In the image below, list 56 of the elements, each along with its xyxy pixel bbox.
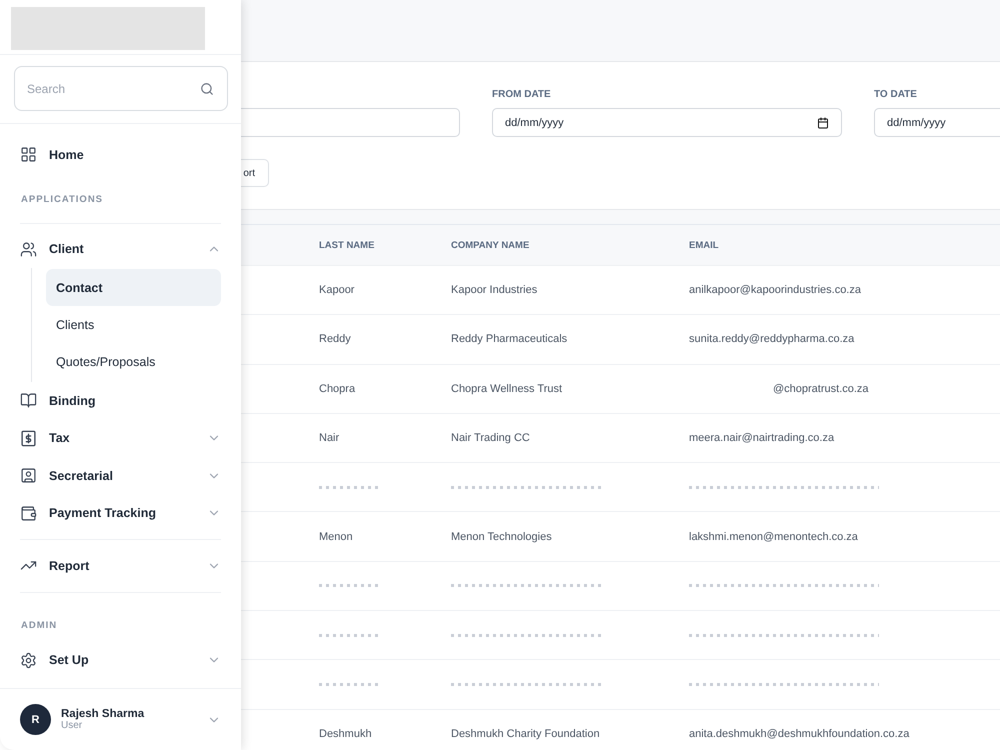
table-cell-text: anita.deshmukh@deshmukhfoundation.co.za — [689, 728, 910, 740]
nav-item[interactable]: Home — [20, 136, 221, 174]
nav-item[interactable]: Secretarial — [20, 457, 221, 494]
users-icon — [20, 240, 37, 258]
table-cell-text: Nair — [319, 432, 340, 444]
table-cell-text: Chopra Wellness Trust — [451, 382, 564, 395]
nav-item[interactable]: Set Up — [20, 642, 221, 679]
date-field[interactable]: dd/mm/yyyy — [874, 108, 1000, 137]
table-cell-text: Reddy Pharmaceuticals — [451, 333, 568, 346]
nav-item[interactable]: Payment Tracking — [20, 494, 221, 532]
section-heading: APPLICATIONS — [20, 192, 104, 206]
table-cell-text: lakshmi.menon@menontech.co.za — [689, 530, 859, 543]
input-field[interactable] — [241, 108, 460, 137]
dashboard-icon — [20, 146, 37, 164]
calendar-icon[interactable] — [817, 116, 829, 128]
table-cell-text: Kapoor Industries — [451, 284, 538, 296]
blurred-text — [319, 584, 379, 588]
nav-item[interactable]: Tax — [20, 420, 221, 457]
table-cell-text: Deshmukh Charity Foundation — [451, 728, 601, 740]
nav-item[interactable]: Binding — [20, 382, 221, 420]
section-heading: ADMIN — [20, 618, 58, 632]
nav-subitem[interactable]: Clients — [46, 306, 221, 343]
table-cell-text: Kapoor — [319, 284, 356, 296]
column-header: COMPANY NAME — [451, 240, 530, 250]
field-label: FROM DATE — [492, 88, 552, 102]
search-icon[interactable] — [200, 82, 214, 96]
blurred-text — [319, 486, 379, 489]
book-icon — [20, 392, 37, 410]
nav-subitem[interactable]: Contact — [46, 269, 221, 306]
export-button[interactable]: ort — [241, 159, 269, 187]
date-field[interactable]: dd/mm/yyyy — [492, 108, 842, 137]
table-cell-text: sunita.reddy@reddypharma.co.za — [689, 333, 856, 346]
table-cell-text: Menon — [319, 530, 354, 543]
table-cell-text: Menon Technologies — [451, 530, 553, 543]
user-role: User — [61, 720, 84, 731]
nav-subitem[interactable]: Quotes/Proposals — [46, 343, 221, 380]
nav-item[interactable]: Client — [20, 230, 221, 268]
table-cell-text: @chopratrust.co.za — [772, 382, 870, 395]
dollar-receipt-icon — [20, 430, 37, 447]
id-card-icon — [20, 467, 37, 484]
blurred-text — [319, 634, 379, 637]
table-cell-text: Reddy — [319, 333, 352, 346]
table-cell-text: meera.nair@nairtrading.co.za — [689, 432, 836, 444]
blurred-text — [319, 683, 379, 686]
user-name: Rajesh Sharma — [61, 708, 146, 720]
settings-icon — [20, 652, 37, 669]
column-header: LAST NAME — [319, 240, 376, 250]
table-cell-text: Nair Trading CC — [451, 432, 531, 444]
wallet-icon — [20, 504, 37, 522]
table-cell-text: Deshmukh — [319, 728, 373, 740]
column-header: EMAIL — [689, 240, 720, 250]
table-cell-text: Chopra — [319, 382, 356, 395]
nav-item[interactable]: Report — [20, 547, 221, 584]
user-avatar[interactable]: R — [20, 704, 51, 735]
field-label: TO DATE — [874, 88, 918, 102]
table-cell-text: anilkapoor@kapoorindustries.co.za — [689, 284, 862, 296]
